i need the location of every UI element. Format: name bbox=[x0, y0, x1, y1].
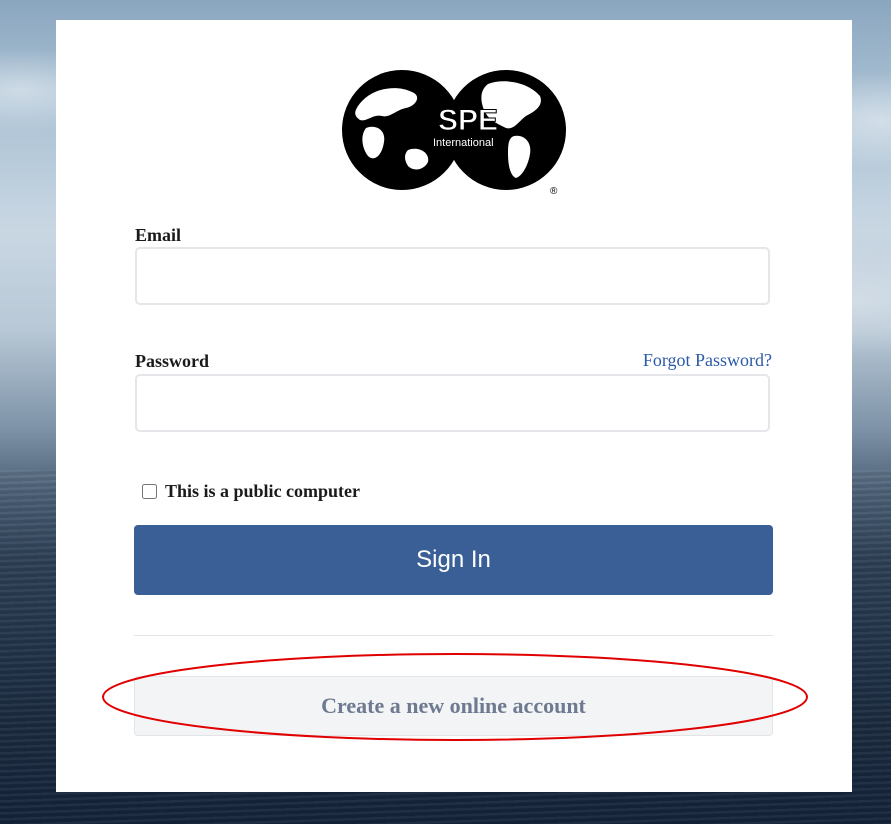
public-computer-label: This is a public computer bbox=[165, 481, 361, 501]
email-field[interactable] bbox=[135, 247, 770, 305]
forgot-password-link[interactable]: Forgot Password? bbox=[643, 350, 772, 371]
logo-main-text: SPE bbox=[438, 104, 498, 137]
password-field[interactable] bbox=[135, 374, 770, 432]
public-computer-row: This is a public computer bbox=[142, 481, 360, 502]
public-computer-checkbox[interactable] bbox=[142, 484, 157, 499]
login-card: SPE International ® Email Password Forgo… bbox=[56, 20, 852, 792]
email-label: Email bbox=[135, 225, 182, 245]
sign-in-button[interactable]: Sign In bbox=[134, 525, 773, 595]
password-label: Password bbox=[135, 351, 210, 371]
spe-logo: SPE International ® bbox=[342, 70, 566, 196]
logo-sub-text: International bbox=[433, 137, 494, 149]
divider bbox=[134, 635, 773, 636]
create-account-button[interactable]: Create a new online account bbox=[134, 676, 773, 736]
logo-registered-mark: ® bbox=[550, 186, 558, 196]
